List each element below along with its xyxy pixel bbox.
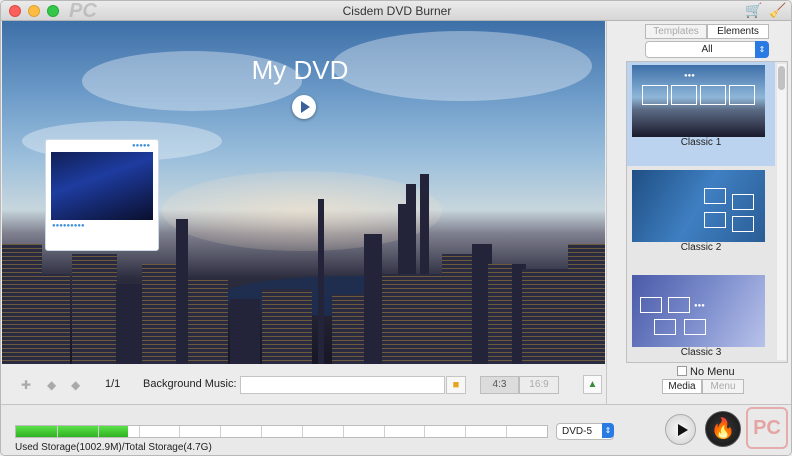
storage-bar (15, 425, 548, 438)
preview-play-icon[interactable] (292, 95, 316, 119)
tab-menu[interactable]: Menu (702, 379, 744, 394)
brush-icon[interactable]: 🧹 (769, 2, 786, 19)
storage-segment-divider (98, 426, 99, 437)
preview-controls: ✚ ◆ ◆ 1/1 Background Music: ■ 4:3 16:9 ▲ (1, 364, 605, 404)
storage-segment-divider (220, 426, 221, 437)
chapter-thumbnail[interactable]: ●●●●● ●●●●●●●●● (45, 139, 159, 251)
burn-icon[interactable]: 🔥 (705, 411, 741, 447)
no-menu-label: No Menu (690, 366, 735, 378)
storage-segment-divider (302, 426, 303, 437)
tab-elements[interactable]: Elements (707, 24, 769, 39)
template-item-classic-3[interactable]: ●●● Classic 3 (627, 272, 775, 362)
checkbox-icon[interactable] (677, 366, 687, 376)
template-label: Classic 2 (680, 242, 722, 253)
template-item-classic-2[interactable]: Classic 2 (627, 167, 775, 271)
no-menu-checkbox[interactable]: No Menu (677, 366, 735, 378)
app-window: PC Cisdem DVD Burner 🛒 🧹 My DVD ●●●●● ●●… (0, 0, 792, 456)
disc-type-value: DVD-5 (562, 426, 593, 437)
thumbnail-image (51, 152, 153, 220)
title-bar: PC Cisdem DVD Burner 🛒 🧹 (1, 1, 791, 22)
folder-icon[interactable]: ■ (446, 376, 466, 394)
watermark-logo: PC (746, 407, 788, 449)
storage-segment-divider (343, 426, 344, 437)
template-label: Classic 3 (680, 347, 722, 358)
background-music-field[interactable] (240, 376, 445, 394)
cart-icon[interactable]: 🛒 (745, 2, 762, 19)
storage-segment-divider (384, 426, 385, 437)
storage-segment-divider (465, 426, 466, 437)
filter-select[interactable]: All ⇕ (645, 41, 769, 58)
storage-text: Used Storage(1002.9M)/Total Storage(4.7G… (15, 442, 212, 453)
play-icon[interactable] (665, 414, 696, 445)
footer: Used Storage(1002.9M)/Total Storage(4.7G… (1, 404, 791, 455)
background-music-label: Background Music: (143, 378, 237, 390)
storage-segment-divider (424, 426, 425, 437)
dvd-title[interactable]: My DVD (232, 55, 368, 86)
storage-segment-divider (506, 426, 507, 437)
template-label: Classic 1 (680, 137, 722, 148)
tab-templates[interactable]: Templates (645, 24, 707, 39)
next-icon[interactable]: ◆ (71, 378, 80, 392)
filter-value: All (701, 44, 713, 55)
template-preview: ●●● (632, 65, 765, 137)
chevron-updown-icon: ⇕ (755, 41, 769, 58)
template-item-classic-1[interactable]: ●●● Classic 1 (627, 62, 775, 166)
storage-segment-divider (139, 426, 140, 437)
menu-preview: My DVD ●●●●● ●●●●●●●●● (2, 21, 605, 364)
tab-media[interactable]: Media (662, 379, 702, 394)
template-preview (632, 170, 765, 242)
template-scrollbar[interactable] (777, 64, 786, 360)
template-preview: ●●● (632, 275, 765, 347)
storage-fill (16, 426, 128, 437)
storage-segment-divider (179, 426, 180, 437)
previous-icon[interactable]: ◆ (47, 378, 56, 392)
page-indicator: 1/1 (105, 378, 121, 390)
ratio-4-3-button[interactable]: 4:3 (480, 376, 519, 394)
chevron-updown-icon: ⇕ (602, 423, 614, 438)
storage-segment-divider (57, 426, 58, 437)
storage-segment-divider (261, 426, 262, 437)
sidebar: Templates Elements All ⇕ ●●● Classic 1 C… (606, 21, 791, 404)
template-list[interactable]: ●●● Classic 1 Classic 2 ●●● Classic 3 (626, 61, 788, 363)
add-icon[interactable]: ✚ (21, 378, 31, 392)
image-icon[interactable]: ▲ (583, 375, 602, 394)
ratio-16-9-button[interactable]: 16:9 (519, 376, 559, 394)
disc-type-select[interactable]: DVD-5 ⇕ (556, 423, 614, 440)
window-title: Cisdem DVD Burner (342, 4, 452, 18)
